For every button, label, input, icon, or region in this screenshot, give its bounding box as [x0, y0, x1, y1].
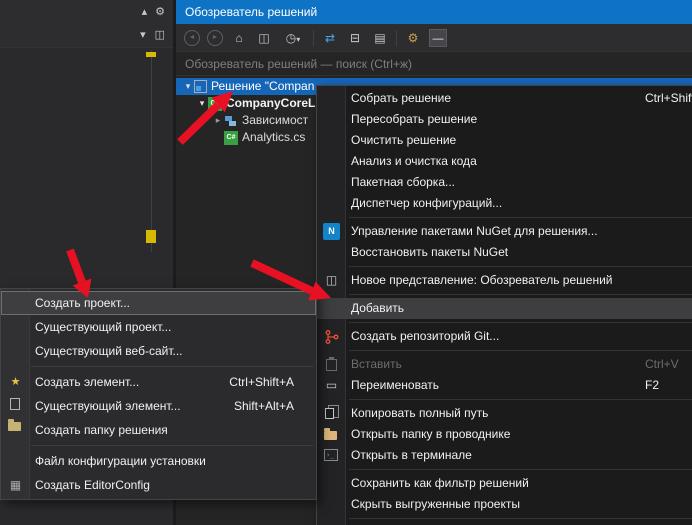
menu-item-manage-nuget-packages[interactable]: N Управление пакетами NuGet для решения.… [317, 221, 692, 242]
menu-item-copy-full-path[interactable]: Копировать полный путь [317, 403, 692, 424]
solution-icon [194, 80, 207, 93]
split-window-icon[interactable]: ◫ [155, 30, 165, 41]
home-button[interactable]: ⌂ [230, 29, 248, 47]
existing-item-icon [10, 398, 20, 410]
menu-item-add[interactable]: Добавить [317, 298, 692, 319]
paste-icon [326, 359, 337, 371]
rename-icon: ▭ [323, 377, 340, 394]
folder-icon [324, 431, 337, 440]
modified-marker [146, 52, 156, 57]
preview-selected-items-toggle[interactable]: — [429, 29, 447, 47]
menu-item-new-project[interactable]: Создать проект... [1, 291, 316, 315]
menu-item-installation-config-file[interactable]: Файл конфигурации установки [1, 449, 316, 473]
history-icon: ◷ [286, 31, 296, 45]
menu-item-new-solution-explorer-view[interactable]: ◫ Новое представление: Обозреватель реше… [317, 270, 692, 291]
gear-icon[interactable]: ⚙ [155, 7, 165, 18]
menu-item-paste[interactable]: Вставить Ctrl+V [317, 354, 692, 375]
menu-item-rename[interactable]: ▭ Переименовать F2 [317, 375, 692, 396]
csharp-file-icon: C# [224, 131, 238, 145]
menu-item-hide-unloaded-projects[interactable]: Скрыть выгруженные проекты [317, 494, 692, 515]
menu-separator [317, 515, 692, 522]
sync-with-active-document-button[interactable]: ⇄ [321, 29, 339, 47]
pending-changes-filter-button[interactable]: ◷▾ [280, 29, 306, 47]
switch-views-button[interactable]: ◫ [255, 29, 273, 47]
toolbar-separator [396, 30, 397, 46]
modified-marker [146, 230, 156, 243]
new-view-icon: ◫ [323, 272, 340, 289]
solution-search-input[interactable] [176, 52, 692, 76]
menu-item-clean-solution[interactable]: Очистить решение [317, 130, 692, 151]
copy-path-icon [325, 408, 334, 419]
chevron-expanded-icon[interactable]: ▾ [182, 78, 194, 95]
git-icon [323, 329, 340, 346]
tree-item-label: CompanyCoreL [226, 95, 315, 112]
chevron-expanded-icon[interactable]: ▾ [196, 95, 208, 112]
panel-collapse-icon[interactable]: ▴ [142, 7, 148, 18]
solution-explorer-toolbar: ◄ ► ⌂ ◫ ◷▾ ⇄ ⊟ ▤ ⚙ — [176, 24, 692, 52]
solution-explorer-titlebar[interactable]: Обозреватель решений [176, 0, 692, 24]
collapse-all-button[interactable]: ⊟ [346, 29, 364, 47]
menu-separator [1, 363, 316, 370]
menu-item-new-solution-folder[interactable]: Создать папку решения [1, 418, 316, 442]
editorconfig-icon: ▦ [7, 477, 24, 494]
properties-button[interactable]: ⚙ [404, 29, 422, 47]
menu-item-open-in-terminal[interactable]: ›_ Открыть в терминале [317, 445, 692, 466]
chevron-collapsed-icon[interactable]: ▸ [212, 112, 224, 129]
chevron-down-icon: ▾ [296, 35, 300, 44]
menu-item-batch-build[interactable]: Пакетная сборка... [317, 172, 692, 193]
menu-separator [317, 263, 692, 270]
menu-item-configuration-manager[interactable]: Диспетчер конфигураций... [317, 193, 692, 214]
menu-separator [317, 466, 692, 473]
menu-item-save-as-solution-filter[interactable]: Сохранить как фильтр решений [317, 473, 692, 494]
show-all-files-button[interactable]: ▤ [371, 29, 389, 47]
new-item-icon: ★ [7, 374, 24, 391]
menu-separator [317, 319, 692, 326]
add-submenu: Создать проект... Существующий проект...… [0, 288, 317, 500]
solution-context-menu: Собрать решение Ctrl+Shift+B Пересобрать… [316, 85, 692, 525]
menu-item-create-editorconfig[interactable]: ▦ Создать EditorConfig [1, 473, 316, 497]
menu-item-analyze-code-cleanup[interactable]: Анализ и очистка кода [317, 151, 692, 172]
menu-separator [317, 347, 692, 354]
forward-button[interactable]: ► [207, 30, 223, 46]
nuget-icon: N [323, 223, 340, 240]
tree-item-label: Решение "Compan [211, 78, 314, 95]
toolbar-separator [313, 30, 314, 46]
menu-separator [317, 291, 692, 298]
menu-item-new-item[interactable]: ★ Создать элемент... Ctrl+Shift+A [1, 370, 316, 394]
document-tab-strip: ▾ ◫ [0, 24, 173, 48]
tree-item-label: Зависимост [242, 112, 308, 129]
csharp-project-icon: C# [208, 97, 222, 111]
menu-item-open-folder-in-explorer[interactable]: Открыть папку в проводнике [317, 424, 692, 445]
editor-panel-header: ▴ ⚙ [0, 0, 173, 24]
menu-item-existing-item[interactable]: Существующий элемент... Shift+Alt+A [1, 394, 316, 418]
tree-item-label: Analytics.cs [242, 129, 305, 146]
menu-item-rebuild-solution[interactable]: Пересобрать решение [317, 109, 692, 130]
menu-item-create-git-repository[interactable]: Создать репозиторий Git... [317, 326, 692, 347]
menu-item-restore-nuget-packages[interactable]: Восстановить пакеты NuGet [317, 242, 692, 263]
menu-item-existing-website[interactable]: Существующий веб-сайт... [1, 339, 316, 363]
terminal-icon: ›_ [324, 449, 338, 461]
menu-separator [1, 442, 316, 449]
menu-item-existing-project[interactable]: Существующий проект... [1, 315, 316, 339]
visual-studio-window: ▴ ⚙ ▾ ◫ Обозреватель решений ◄ ► ⌂ ◫ ◷▾ … [0, 0, 692, 525]
solution-folder-icon [8, 422, 21, 431]
editor-scrollbar[interactable] [151, 50, 152, 252]
menu-separator [317, 214, 692, 221]
chevron-down-icon[interactable]: ▾ [140, 30, 146, 41]
back-button[interactable]: ◄ [184, 30, 200, 46]
menu-item-build-solution[interactable]: Собрать решение Ctrl+Shift+B [317, 88, 692, 109]
menu-separator [317, 396, 692, 403]
dependencies-icon [224, 115, 238, 127]
